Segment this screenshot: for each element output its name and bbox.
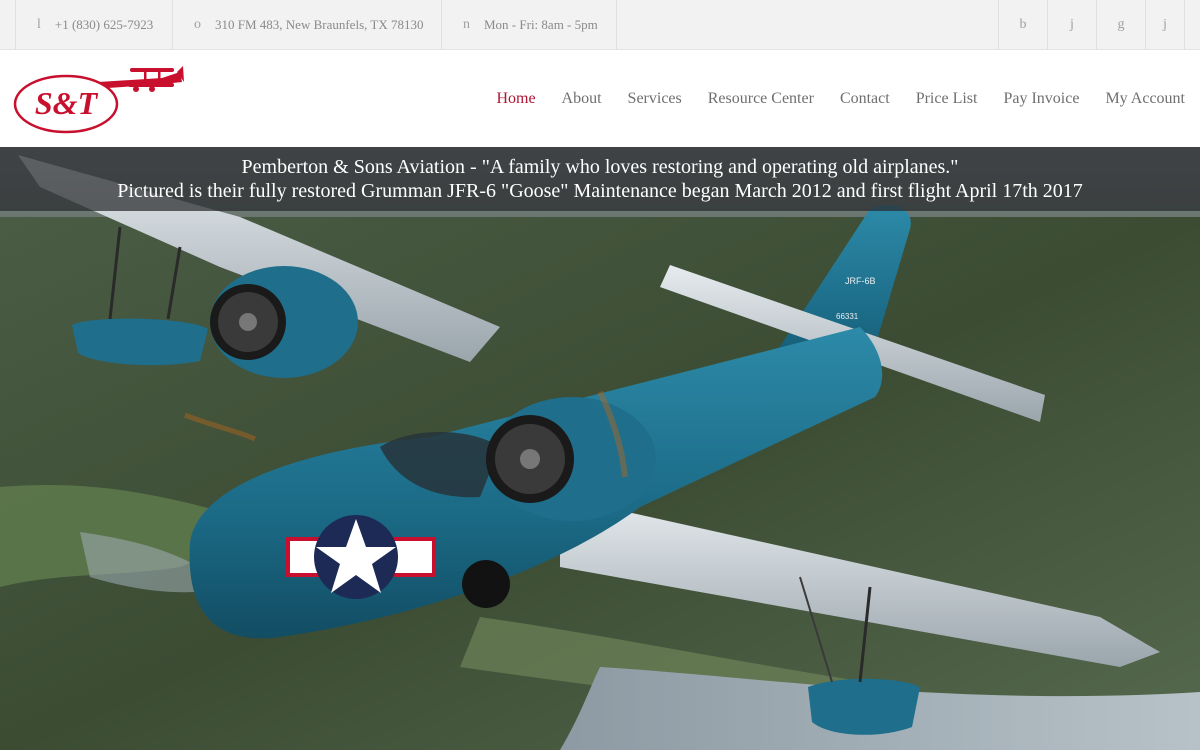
left-float <box>72 318 208 366</box>
hero-caption: Pemberton & Sons Aviation - "A family wh… <box>0 147 1200 211</box>
hours-text: Mon - Fri: 8am - 5pm <box>484 17 598 32</box>
right-float <box>808 678 920 735</box>
phone-icon: l <box>37 17 41 32</box>
google-plus-icon[interactable]: g <box>1096 0 1145 50</box>
tail-number: 66331 <box>836 312 859 321</box>
phone-number[interactable]: +1 (830) 625-7923 <box>55 17 153 33</box>
nav-services[interactable]: Services <box>628 90 682 108</box>
linkedin-icon[interactable]: j <box>1145 0 1185 50</box>
main-nav: Home About Services Resource Center Cont… <box>496 50 1185 147</box>
caption-line-1: Pemberton & Sons Aviation - "A family wh… <box>241 156 959 178</box>
tail-code: JRF-6B <box>845 276 876 286</box>
nav-home[interactable]: Home <box>496 90 535 108</box>
logo-text: S&T <box>35 85 99 121</box>
hero-banner: JRF-6B 66331 Pemberton & Sons Aviation -… <box>0 147 1200 750</box>
site-logo[interactable]: S&T <box>12 64 184 134</box>
biplane-logo-icon <box>98 66 184 92</box>
nav-my-account[interactable]: My Account <box>1105 90 1185 108</box>
landing-wheel <box>462 560 510 608</box>
nav-about[interactable]: About <box>562 90 602 108</box>
facebook-icon[interactable]: b <box>998 0 1047 50</box>
twitter-icon[interactable]: j <box>1047 0 1096 50</box>
site-header: S&T Home About Services Resource Center … <box>0 50 1200 147</box>
location-pin-icon: o <box>194 17 201 32</box>
top-info-bar: l +1 (830) 625-7923 o 310 FM 483, New Br… <box>0 0 1200 50</box>
nav-resource-center[interactable]: Resource Center <box>708 90 814 108</box>
phone-info[interactable]: l +1 (830) 625-7923 <box>15 0 172 50</box>
left-engine <box>210 266 358 378</box>
clock-icon: n <box>463 17 470 32</box>
hours-info: n Mon - Fri: 8am - 5pm <box>441 0 617 50</box>
nav-price-list[interactable]: Price List <box>916 90 978 108</box>
caption-line-2: Pictured is their fully restored Grumman… <box>117 180 1083 202</box>
nav-pay-invoice[interactable]: Pay Invoice <box>1003 90 1079 108</box>
address-text: 310 FM 483, New Braunfels, TX 78130 <box>215 17 424 32</box>
nav-contact[interactable]: Contact <box>840 90 890 108</box>
address-info: o 310 FM 483, New Braunfels, TX 78130 <box>172 0 442 50</box>
grumman-goose-aircraft-photo: JRF-6B 66331 <box>0 147 1200 750</box>
